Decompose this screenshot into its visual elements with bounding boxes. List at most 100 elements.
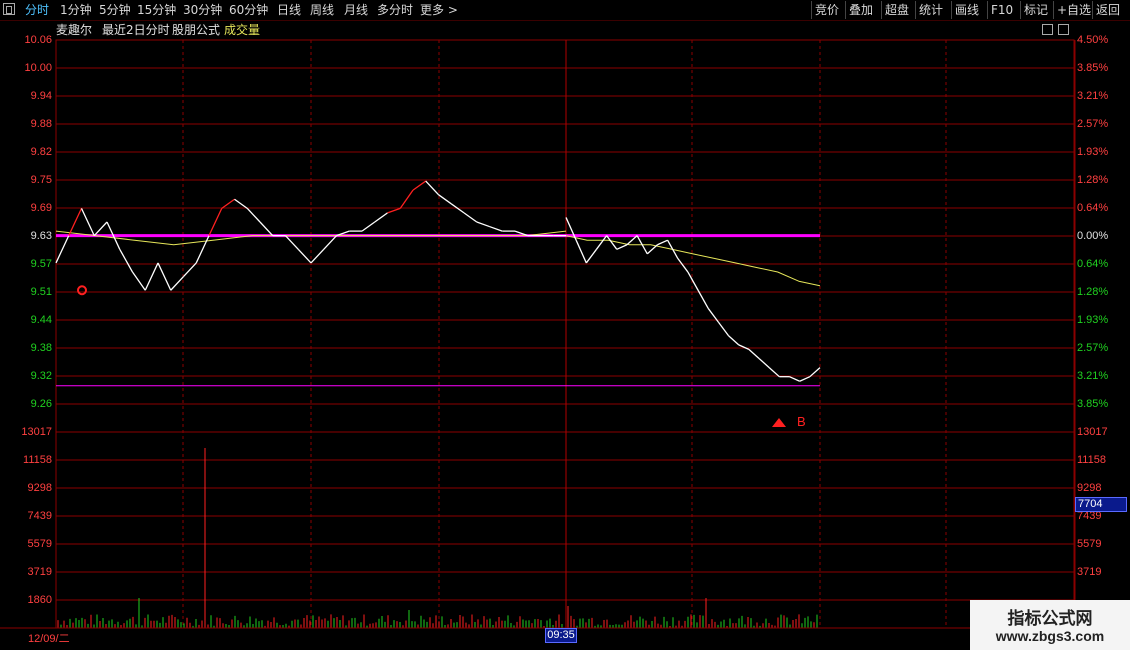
toolbar-right-item-7[interactable]: +自选 [1057,2,1091,18]
signal-marker-icon [77,285,87,296]
avg-price-line [565,235,821,287]
price-segment [677,258,689,273]
price-segment [768,367,780,378]
toolbar-separator [1092,1,1093,19]
price-segment [438,194,452,205]
axis-tick-label: 10.00 [24,62,52,74]
toolbar-separator [845,1,846,19]
price-segment [93,221,108,237]
axis-tick-label: 1.93% [1077,314,1109,326]
watermark-title: 指标公式网 [1007,609,1093,629]
toolbar-item-7[interactable]: 周线 [310,2,334,18]
price-segment [259,221,274,237]
toolbar-right-item-3[interactable]: 统计 [919,2,943,18]
price-segment [246,207,261,223]
price-segment [80,208,95,236]
date-label: 12/09/二 [28,633,70,645]
buy-triangle-icon [772,418,786,427]
axis-tick-label: 9.32 [30,370,52,382]
price-segment [799,376,811,382]
price-segment [646,244,658,255]
watermark: 指标公式网 www.zbgs3.com [970,600,1130,650]
price-segment [399,189,414,209]
price-segment [131,271,146,291]
price-segment [119,248,134,273]
toolbar-separator [1020,1,1021,19]
price-segment [183,262,197,278]
price-segment [789,376,800,382]
axis-tick-label: 3719 [27,566,52,578]
axis-tick-label: 3.21% [1077,370,1109,382]
buy-signal-label: B [797,414,806,429]
toolbar-item-9[interactable]: 多分时 [377,2,413,18]
toolbar-item-0[interactable]: 分时 [25,2,49,18]
toolbar-separator [915,1,916,19]
price-segment [575,239,587,264]
price-segment [221,198,235,209]
axis-tick-label: 9.57 [30,258,52,270]
stock-name: 麦趣尔 [56,23,93,37]
price-segment [157,262,172,291]
price-segment [323,235,337,250]
price-segment [809,367,821,378]
toolbar-item-4[interactable]: 30分钟 [183,2,222,18]
price-segment [310,248,325,264]
price-segment [425,180,439,196]
toolbar-item-10[interactable]: 更多 > [420,2,458,18]
maximize-icon[interactable] [1058,24,1069,35]
window-toggle-icon[interactable] [3,3,15,15]
toolbar-right-item-1[interactable]: 叠加 [849,2,873,18]
axis-tick-label: 9.94 [30,90,52,102]
price-segment [234,198,248,209]
price-segment [728,335,740,346]
price-segment [595,235,608,250]
axis-tick-label: 0.64% [1077,202,1109,214]
axis-tick-label: 1860 [27,594,52,606]
formula-label[interactable]: 股朋公式 [172,23,220,37]
price-segment [476,221,490,228]
axis-tick-label: 5579 [27,538,52,550]
price-segment [748,348,760,359]
axis-tick-label: 9.75 [30,174,52,186]
price-segment [738,344,750,350]
volume-current-badge: 7704 [1075,497,1127,512]
price-segment [489,225,503,232]
toolbar-item-3[interactable]: 15分钟 [137,2,176,18]
period-toolbar: 分时 1分钟 5分钟 15分钟 30分钟 60分钟 日线 周线 月线 多分时 更多 > 竞价 叠加 超盘统… [0,0,1130,21]
toolbar-item-6[interactable]: 日线 [277,2,301,18]
price-segment [463,212,478,223]
toolbar-right-item-8[interactable]: 返回 [1096,2,1120,18]
toolbar-item-2[interactable]: 5分钟 [99,2,131,18]
toolbar-item-8[interactable]: 月线 [344,2,368,18]
toolbar-right-item-4[interactable]: 画线 [955,2,979,18]
toolbar-right-item-5[interactable]: F10 [991,2,1013,18]
price-segment [144,262,159,291]
price-segment [412,180,427,191]
axis-tick-label: 1.28% [1077,286,1109,298]
axis-tick-label: 13017 [1077,426,1108,438]
toolbar-item-5[interactable]: 60分钟 [229,2,268,18]
axis-tick-label: 1.93% [1077,146,1109,158]
mode-label[interactable]: 最近2日分时 [102,23,170,37]
toolbar-right-item-0[interactable]: 竞价 [815,2,839,18]
price-segment [606,235,618,250]
time-cursor-label: 09:35 [545,628,577,643]
axis-tick-label: 2.57% [1077,118,1109,130]
volume-indicator-label[interactable]: 成交量 [224,23,260,37]
toolbar-right-item-2[interactable]: 超盘 [885,2,909,18]
price-segment [361,221,376,232]
axis-tick-label: 7439 [27,510,52,522]
price-segment [297,248,312,264]
toolbar-separator [811,1,812,19]
axis-tick-label: 9.51 [30,286,52,298]
chart-canvas[interactable] [0,0,1130,650]
toolbar-right-item-6[interactable]: 标记 [1024,2,1048,18]
restore-icon[interactable] [1042,24,1053,35]
toolbar-item-1[interactable]: 1分钟 [60,2,92,18]
axis-tick-label: 3.85% [1077,398,1109,410]
price-segment [170,276,184,291]
axis-tick-label: 4.50% [1077,34,1109,46]
price-segment [208,208,223,236]
axis-tick-label: 5579 [1077,538,1102,550]
axis-tick-label: 9298 [27,482,52,494]
